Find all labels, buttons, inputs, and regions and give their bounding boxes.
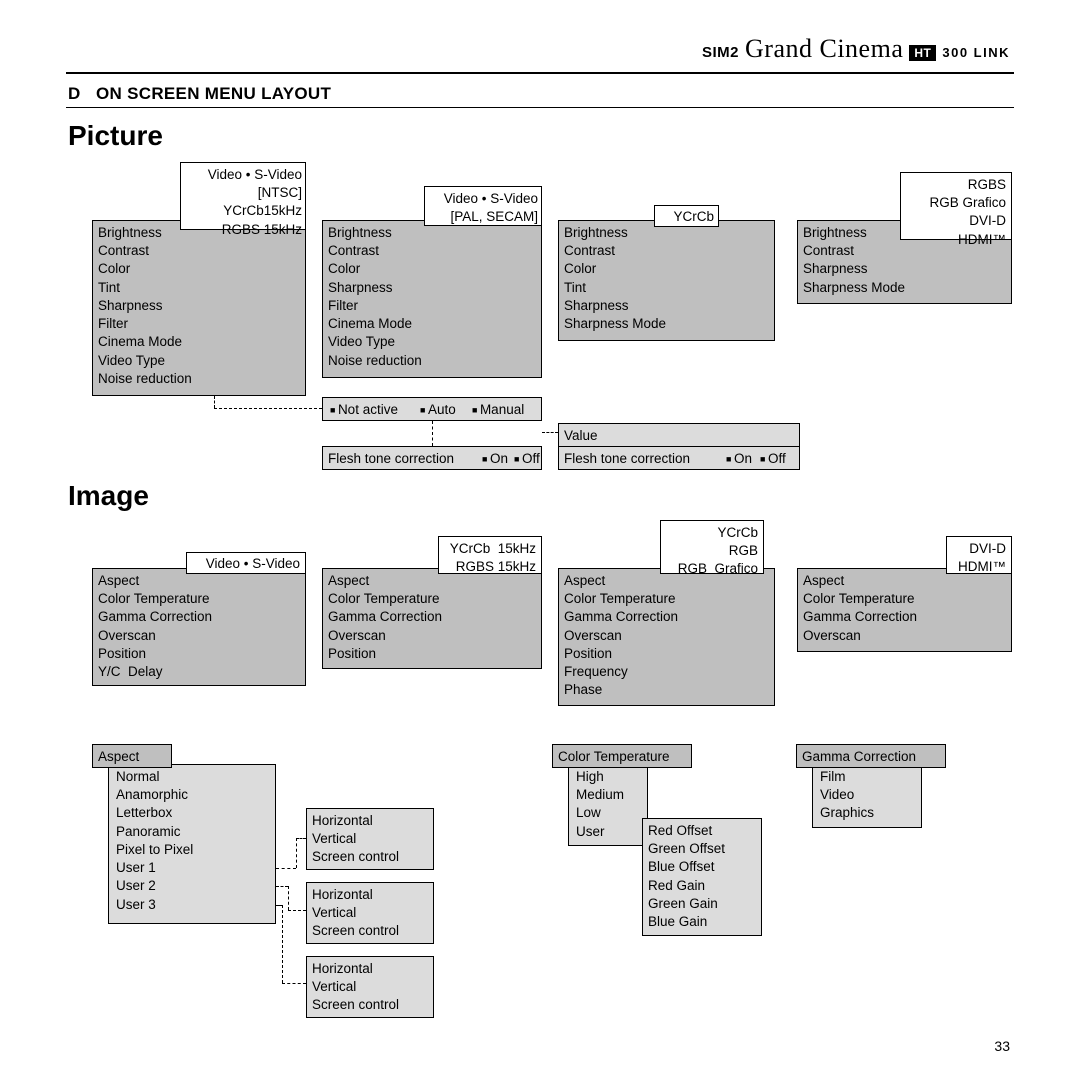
connector xyxy=(214,396,215,408)
position-b: Horizontal Vertical Screen control xyxy=(312,886,399,941)
colortemp-title: Color Temperature xyxy=(558,748,670,766)
ftc-left-off: Off xyxy=(514,450,540,468)
image-label-1: Video • S-Video xyxy=(186,555,300,573)
brand-ht-badge: HT xyxy=(909,45,936,61)
image-label-4: DVI-D HDMI™ xyxy=(946,540,1006,576)
brand-cursive: Grand Cinema xyxy=(745,34,903,64)
page-number: 33 xyxy=(994,1038,1010,1054)
connector xyxy=(276,886,288,887)
picture-menu-2: Brightness Contrast Color Sharpness Filt… xyxy=(328,224,422,370)
noise-opt-auto: Auto xyxy=(420,401,456,419)
image-label-3: YCrCb RGB RGB Grafico xyxy=(660,524,758,579)
connector xyxy=(282,905,283,983)
picture-label-1: Video • S-Video [NTSC] YCrCb15kHz RGBS 1… xyxy=(182,166,302,239)
picture-menu-4: Brightness Contrast Sharpness Sharpness … xyxy=(803,224,905,297)
picture-label-4: RGBS RGB Grafico DVI-D HDMI™ xyxy=(900,176,1006,249)
heading-image: Image xyxy=(68,480,149,512)
user-ct-options: Red Offset Green Offset Blue Offset Red … xyxy=(648,822,725,931)
picture-menu-3: Brightness Contrast Color Tint Sharpness… xyxy=(564,224,666,333)
gamma-options: Film Video Graphics xyxy=(820,768,874,823)
aspect-title: Aspect xyxy=(98,748,139,766)
noise-opt-manual: Manual xyxy=(472,401,524,419)
colortemp-options: High Medium Low User xyxy=(576,768,624,841)
aspect-options: Normal Anamorphic Letterbox Panoramic Pi… xyxy=(116,768,193,914)
ftc-left-label: Flesh tone correction xyxy=(328,450,454,468)
brand-model: 300 LINK xyxy=(942,45,1010,60)
ftc-right-on: On xyxy=(726,450,752,468)
value-label: Value xyxy=(564,427,598,445)
picture-label-2: Video • S-Video [PAL, SECAM] xyxy=(426,190,538,226)
ftc-left-on: On xyxy=(482,450,508,468)
section-title: ON SCREEN MENU LAYOUT xyxy=(96,84,331,104)
image-menu-1: Aspect Color Temperature Gamma Correctio… xyxy=(98,572,212,681)
connector xyxy=(296,838,306,839)
brand-header: SIM2 Grand Cinema HT 300 LINK xyxy=(702,34,1010,64)
picture-menu-1: Brightness Contrast Color Tint Sharpness… xyxy=(98,224,192,388)
rule-top xyxy=(66,72,1014,74)
position-c: Horizontal Vertical Screen control xyxy=(312,960,399,1015)
connector xyxy=(296,838,297,868)
heading-picture: Picture xyxy=(68,120,163,152)
connector xyxy=(542,432,558,433)
image-menu-3: Aspect Color Temperature Gamma Correctio… xyxy=(564,572,678,700)
connector xyxy=(276,868,296,869)
position-a: Horizontal Vertical Screen control xyxy=(312,812,399,867)
connector xyxy=(288,886,289,910)
image-menu-4: Aspect Color Temperature Gamma Correctio… xyxy=(803,572,917,645)
noise-opt-notactive: Not active xyxy=(330,401,398,419)
rule-sub xyxy=(66,107,1014,108)
ftc-right-off: Off xyxy=(760,450,786,468)
gamma-title: Gamma Correction xyxy=(802,748,916,766)
image-menu-2: Aspect Color Temperature Gamma Correctio… xyxy=(328,572,442,663)
connector xyxy=(288,910,306,911)
connector xyxy=(432,421,433,446)
section-letter: D xyxy=(68,84,80,104)
brand-sim2: SIM2 xyxy=(702,44,739,61)
connector xyxy=(214,408,322,409)
image-label-2: YCrCb 15kHz RGBS 15kHz xyxy=(438,540,536,576)
ftc-right-label: Flesh tone correction xyxy=(564,450,690,468)
document-page: SIM2 Grand Cinema HT 300 LINK D ON SCREE… xyxy=(0,0,1080,1080)
connector xyxy=(282,983,306,984)
